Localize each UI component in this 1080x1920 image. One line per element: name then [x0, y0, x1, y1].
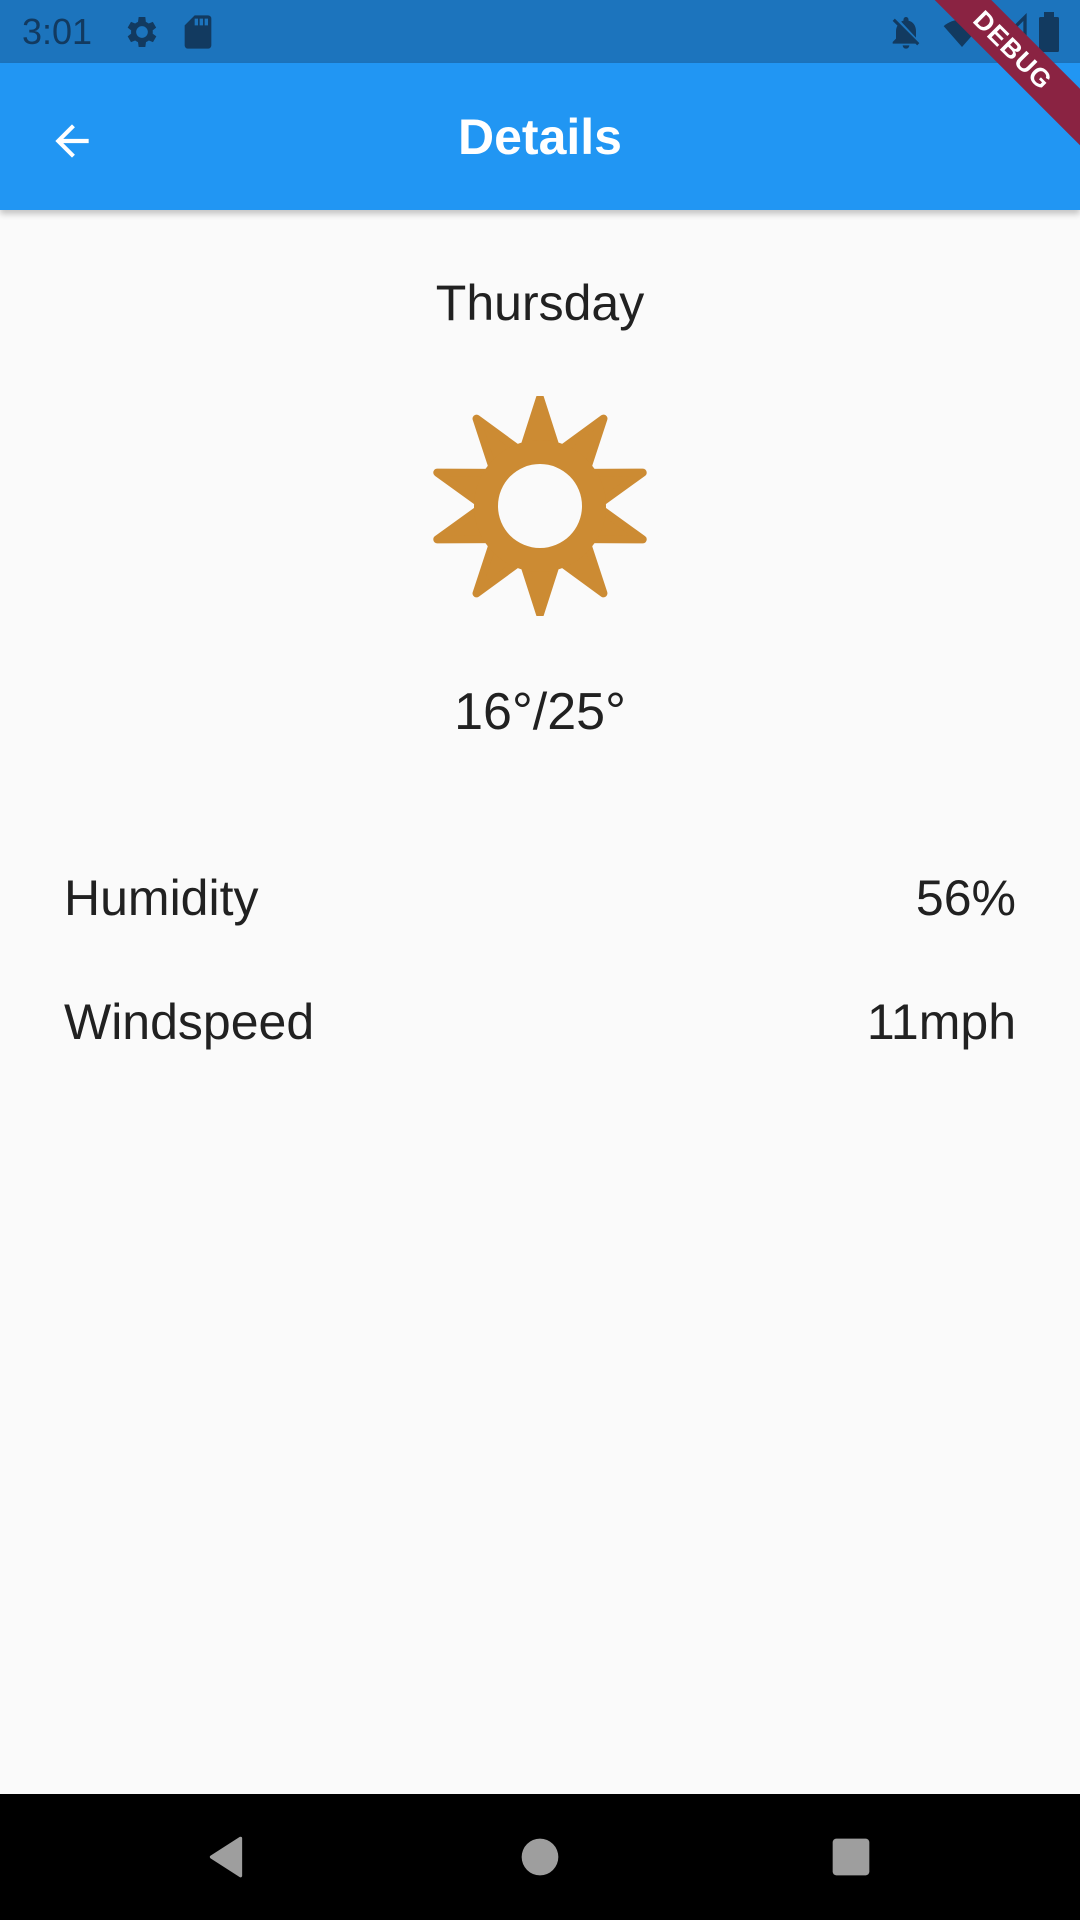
screen: 3:01 Details DEBUG Thursday 16°/25° Humi… [0, 0, 1080, 1920]
humidity-label: Humidity [64, 870, 259, 926]
nav-back-button[interactable] [193, 1824, 259, 1890]
nav-recents-button[interactable] [818, 1824, 884, 1890]
windspeed-row: Windspeed 11mph [64, 990, 1016, 1054]
windspeed-value: 11mph [866, 994, 1016, 1050]
temperature-range: 16°/25° [454, 683, 626, 741]
sd-card-icon [178, 12, 218, 52]
humidity-value: 56% [915, 870, 1016, 926]
battery-icon [1036, 12, 1076, 52]
nav-home-button[interactable] [507, 1824, 573, 1890]
back-triangle-icon [209, 1836, 243, 1878]
humidity-row: Humidity 56% [64, 866, 1016, 930]
windspeed-label: Windspeed [64, 994, 315, 1050]
sun-icon [430, 394, 650, 618]
page-title: Details [458, 109, 622, 165]
app-bar: Details [0, 63, 1080, 210]
gear-icon [122, 12, 162, 52]
home-circle-icon [521, 1838, 559, 1876]
recents-square-icon [832, 1838, 870, 1876]
notifications-off-icon [886, 12, 926, 52]
status-time: 3:01 [22, 11, 93, 52]
navigation-bar [0, 1794, 1080, 1920]
day-label: Thursday [435, 275, 645, 331]
status-bar: 3:01 [0, 0, 1080, 63]
